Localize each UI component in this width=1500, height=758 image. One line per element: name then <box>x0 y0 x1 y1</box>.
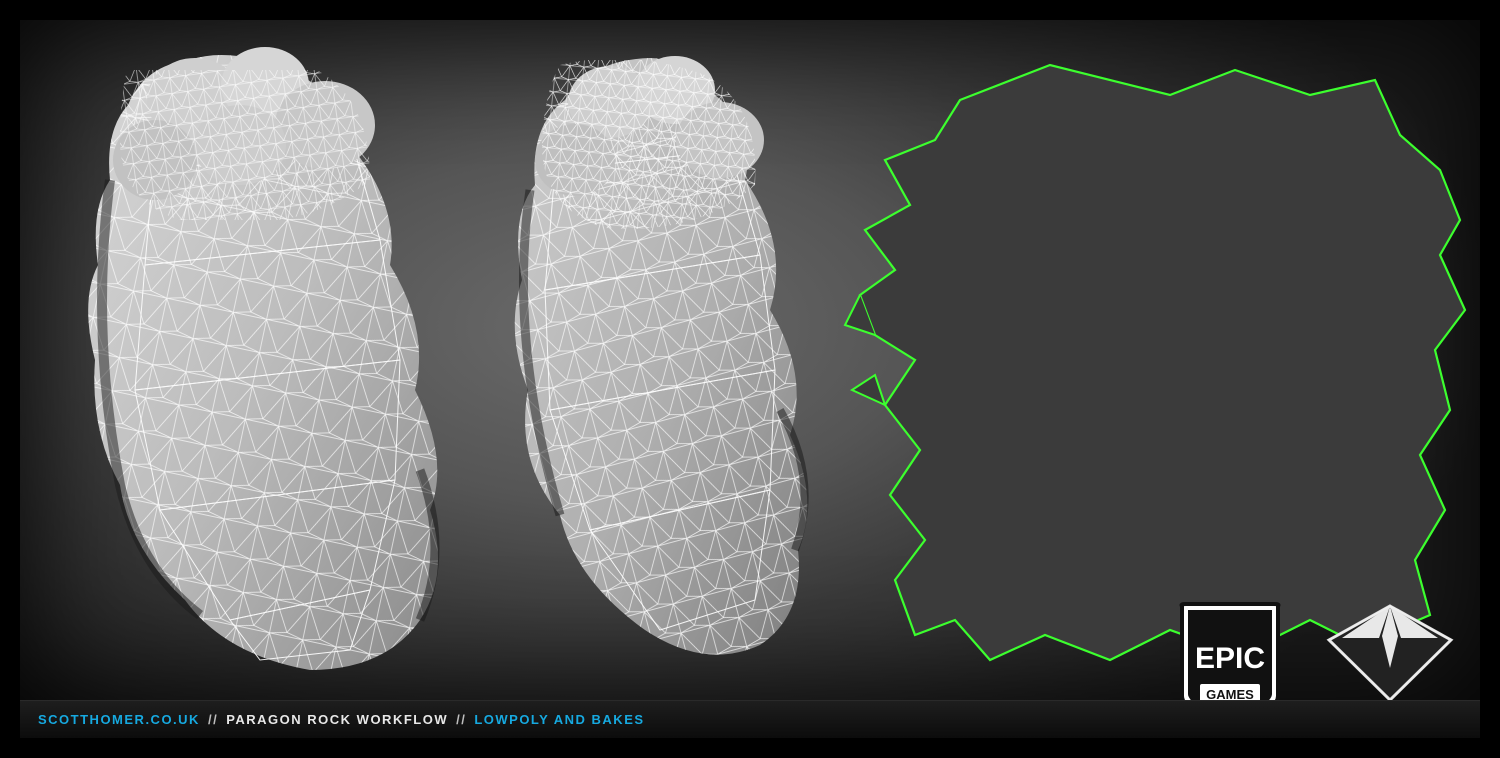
caption-site: SCOTTHOMER.CO.UK <box>38 712 200 727</box>
uv-layout-wireframe <box>840 40 1470 680</box>
caption-subtitle: LOWPOLY AND BAKES <box>474 712 644 727</box>
caption-bar: SCOTTHOMER.CO.UK // PARAGON ROCK WORKFLO… <box>20 700 1480 738</box>
caption-title: PARAGON ROCK WORKFLOW <box>226 712 448 727</box>
image-frame: EPIC GAMES PARAGON SCOTTHOMER.CO.UK // P… <box>0 0 1500 758</box>
lowpoly-rock-view-2 <box>460 40 840 680</box>
epic-logo-top: EPIC <box>1195 642 1265 675</box>
render-canvas <box>20 20 1480 700</box>
lowpoly-rock-view-1 <box>50 30 480 690</box>
caption-sep-1: // <box>208 712 218 727</box>
caption-sep-2: // <box>456 712 466 727</box>
